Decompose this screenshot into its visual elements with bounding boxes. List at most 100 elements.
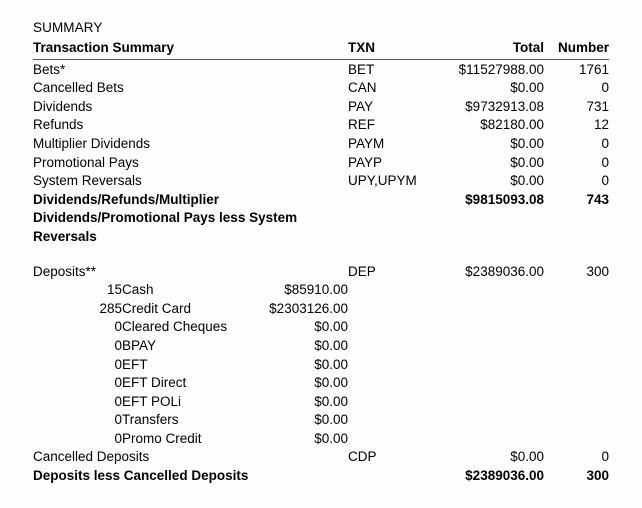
breakdown-label: EFT <box>122 356 148 372</box>
row-total: $0.00 <box>510 173 545 189</box>
dividends-total-row: Dividends/Refunds/Multiplier Dividends/P… <box>33 191 609 247</box>
dividends-total-txn <box>348 191 440 247</box>
breakdown-label: EFT POLi <box>122 393 182 409</box>
row-label: Cancelled Bets <box>33 80 124 96</box>
deposits-net-txn <box>348 467 440 486</box>
row-label: Multiplier Dividends <box>33 135 151 151</box>
breakdown-amount: $0.00 <box>314 430 349 446</box>
deposit-breakdown-row: 0 Cleared Cheques $0.00 <box>33 318 609 337</box>
row-txn: PAYP <box>348 154 383 170</box>
deposits-net-row: Deposits less Cancelled Deposits $238903… <box>33 467 609 486</box>
breakdown-count: 285 <box>99 300 122 316</box>
breakdown-amount: $0.00 <box>314 356 349 372</box>
section-spacer <box>33 247 609 263</box>
table-row: Cancelled Bets CAN $0.00 0 <box>33 79 609 98</box>
deposit-breakdown-row: 0 EFT $0.00 <box>33 356 609 375</box>
row-number: 0 <box>601 80 610 96</box>
breakdown-label: Promo Credit <box>122 430 202 446</box>
breakdown-count: 0 <box>114 337 122 353</box>
deposit-breakdown-row: 15 Cash $85910.00 <box>33 281 609 300</box>
summary-sheet: SUMMARY Transaction Summary TXN Total Nu… <box>33 18 610 486</box>
deposits-net-number: 300 <box>586 468 610 484</box>
breakdown-count: 0 <box>114 319 122 335</box>
deposits-net-label: Deposits less Cancelled Deposits <box>33 468 249 484</box>
deposit-breakdown-row: 0 BPAY $0.00 <box>33 337 609 356</box>
deposit-breakdown-row: 0 Transfers $0.00 <box>33 411 609 430</box>
breakdown-amount: $0.00 <box>314 337 349 353</box>
column-header-txn: TXN <box>348 40 376 55</box>
breakdown-count: 0 <box>114 375 122 391</box>
breakdown-label: Transfers <box>122 412 179 428</box>
deposits-number: 300 <box>586 263 610 279</box>
row-total: $0.00 <box>510 154 545 170</box>
row-txn: REF <box>348 117 376 133</box>
table-row: Bets* BET $11527988.00 1761 <box>33 61 609 80</box>
deposit-breakdown-row: 0 EFT Direct $0.00 <box>33 374 609 393</box>
deposit-breakdown-row: 285 Credit Card $2303126.00 <box>33 300 609 319</box>
section-title: SUMMARY <box>33 20 103 35</box>
row-label: Refunds <box>33 117 84 133</box>
row-label: Promotional Pays <box>33 154 139 170</box>
dividends-total-amount: $9815093.08 <box>465 191 545 207</box>
cancelled-deposits-row: Cancelled Deposits CDP $0.00 0 <box>33 448 609 467</box>
breakdown-amount: $0.00 <box>314 375 349 391</box>
row-number: 731 <box>586 98 610 114</box>
row-label: Dividends <box>33 98 93 114</box>
breakdown-count: 0 <box>114 393 122 409</box>
breakdown-label: Cash <box>122 282 154 298</box>
row-total: $0.00 <box>510 135 545 151</box>
transaction-summary-table: Transaction Summary TXN Total Number Bet… <box>33 39 610 486</box>
row-number: 0 <box>601 154 610 170</box>
breakdown-count: 15 <box>106 282 122 298</box>
breakdown-label: EFT Direct <box>122 375 187 391</box>
table-row: System Reversals UPY,UPYM $0.00 0 <box>33 172 609 191</box>
cancelled-deposits-txn: CDP <box>348 449 377 465</box>
column-header-total: Total <box>512 40 545 55</box>
row-txn: CAN <box>348 80 377 96</box>
breakdown-amount: $0.00 <box>314 319 349 335</box>
table-row: Refunds REF $82180.00 12 <box>33 116 609 135</box>
breakdown-count: 0 <box>114 430 122 446</box>
row-number: 1761 <box>578 61 610 77</box>
cancelled-deposits-total: $0.00 <box>510 449 545 465</box>
breakdown-count: 0 <box>114 356 122 372</box>
breakdown-label: Cleared Cheques <box>122 319 228 335</box>
breakdown-count: 0 <box>114 412 122 428</box>
row-number: 0 <box>601 173 610 189</box>
deposits-total: $2389036.00 <box>465 263 545 279</box>
row-total: $11527988.00 <box>458 61 545 77</box>
deposits-txn: DEP <box>348 263 376 279</box>
breakdown-amount: $85910.00 <box>284 282 349 298</box>
deposits-net-total: $2389036.00 <box>465 468 545 484</box>
row-txn: UPY,UPYM <box>348 173 417 189</box>
row-total: $9732913.08 <box>465 98 545 114</box>
table-row: Dividends PAY $9732913.08 731 <box>33 98 609 117</box>
breakdown-amount: $0.00 <box>314 412 349 428</box>
deposits-label: Deposits** <box>33 263 97 279</box>
deposits-row: Deposits** DEP $2389036.00 300 <box>33 263 609 282</box>
row-txn: BET <box>348 61 375 77</box>
cancelled-deposits-number: 0 <box>601 449 610 465</box>
row-label: Bets* <box>33 61 66 77</box>
column-header-number: Number <box>558 40 610 55</box>
row-total: $82180.00 <box>480 117 545 133</box>
row-number: 0 <box>601 135 610 151</box>
row-txn: PAYM <box>348 135 385 151</box>
deposit-breakdown-row: 0 EFT POLi $0.00 <box>33 393 609 412</box>
breakdown-label: Credit Card <box>122 300 192 316</box>
document-page: SUMMARY Transaction Summary TXN Total Nu… <box>0 0 642 508</box>
row-txn: PAY <box>348 98 374 114</box>
deposit-breakdown-row: 0 Promo Credit $0.00 <box>33 430 609 449</box>
row-number: 12 <box>593 117 610 133</box>
column-header-transaction-summary: Transaction Summary <box>33 40 175 55</box>
breakdown-label: BPAY <box>122 337 157 353</box>
table-row: Multiplier Dividends PAYM $0.00 0 <box>33 135 609 154</box>
table-header-row: Transaction Summary TXN Total Number <box>33 39 609 59</box>
cancelled-deposits-label: Cancelled Deposits <box>33 449 150 465</box>
table-body: Bets* BET $11527988.00 1761 Cancelled Be… <box>33 61 609 486</box>
breakdown-amount: $2303126.00 <box>269 300 349 316</box>
table-row: Promotional Pays PAYP $0.00 0 <box>33 154 609 173</box>
row-total: $0.00 <box>510 80 545 96</box>
dividends-total-number: 743 <box>586 191 610 207</box>
dividends-total-label: Dividends/Refunds/Multiplier Dividends/P… <box>33 191 298 244</box>
